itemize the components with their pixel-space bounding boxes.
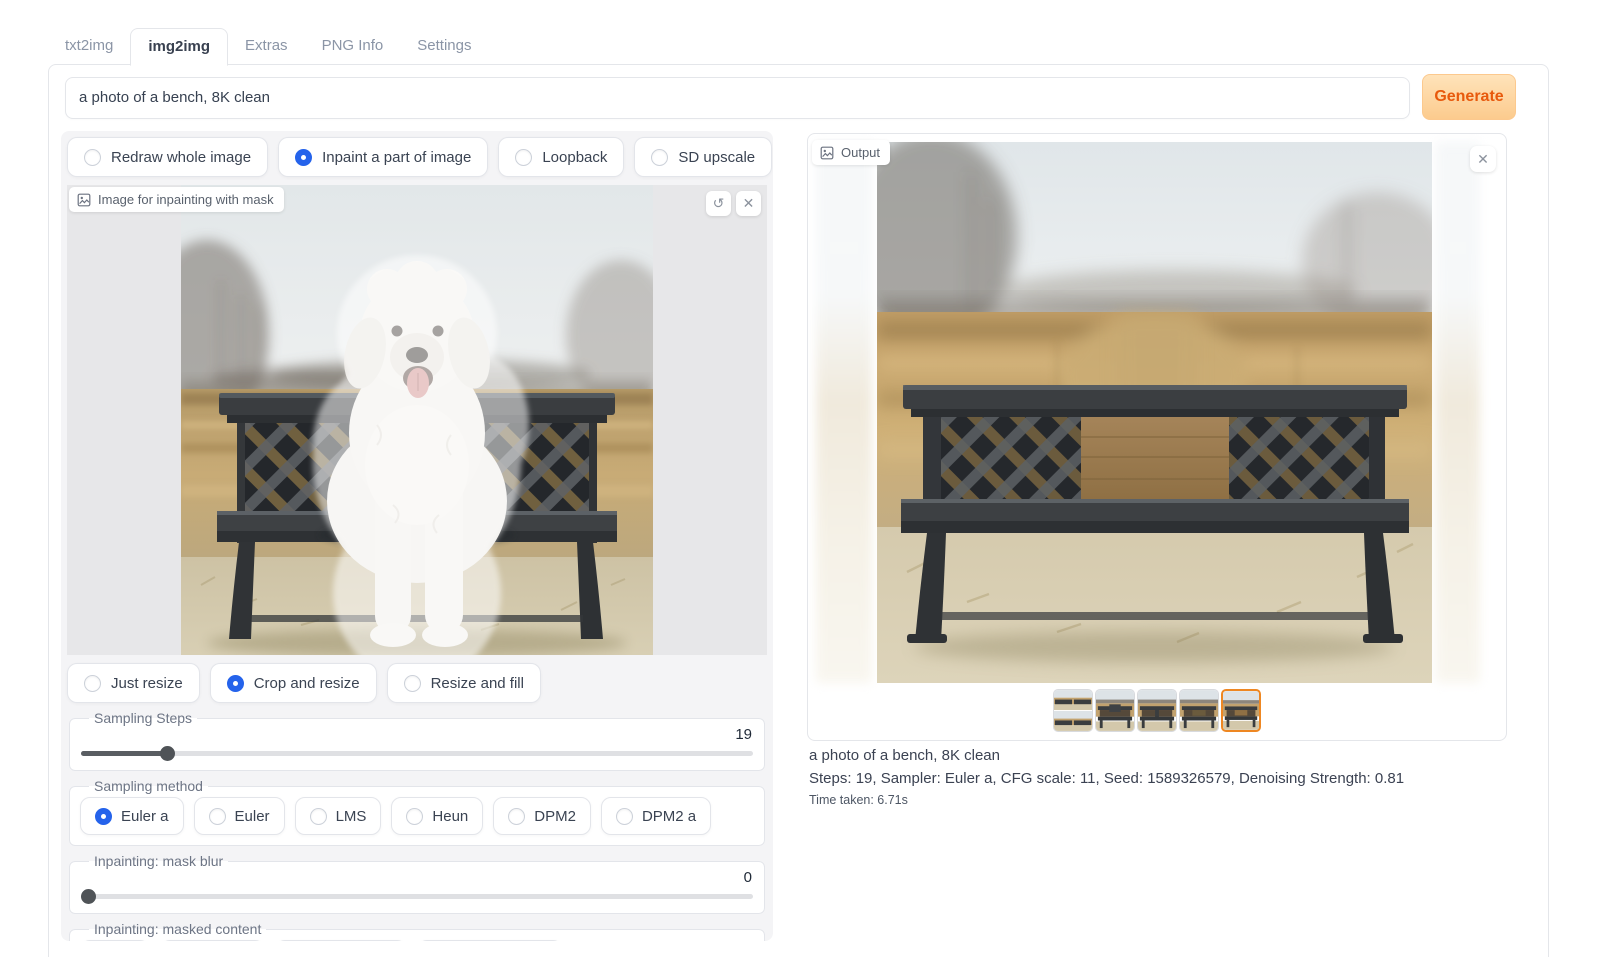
photo-edge-blur	[816, 142, 872, 683]
masked-content-label: Inpainting: masked content	[89, 921, 266, 937]
clear-image-icon[interactable]: ✕	[736, 191, 761, 216]
undo-icon[interactable]: ↺	[706, 191, 731, 216]
radio-icon	[209, 808, 226, 825]
gallery-thumbnail-2[interactable]	[1095, 689, 1135, 732]
sampler-label: Euler	[235, 808, 270, 825]
masked-content-selector: fill original latent noise latent nothin…	[80, 940, 754, 941]
resize-label: Crop and resize	[254, 675, 360, 692]
gallery-thumbnail-5-selected[interactable]	[1221, 689, 1261, 732]
tab-extras[interactable]: Extras	[228, 28, 305, 65]
sampler-label: Heun	[432, 808, 468, 825]
sampling-method-field: Sampling method Euler a Euler LMS	[69, 778, 765, 846]
radio-icon	[515, 149, 532, 166]
sampler-dpm2[interactable]: DPM2	[493, 797, 591, 835]
sampler-euler[interactable]: Euler	[194, 797, 285, 835]
radio-icon	[508, 808, 525, 825]
gallery-thumbnail-3[interactable]	[1137, 689, 1177, 732]
mask-blur-slider[interactable]	[81, 889, 753, 904]
image-icon	[820, 146, 834, 160]
resize-label: Resize and fill	[431, 675, 524, 692]
output-gallery	[808, 689, 1506, 732]
radio-icon	[404, 675, 421, 692]
output-caption: a photo of a bench, 8K clean	[809, 747, 1000, 764]
masked-content-field: Inpainting: masked content fill original…	[69, 921, 765, 941]
radio-icon	[616, 808, 633, 825]
sampler-label: DPM2 a	[642, 808, 696, 825]
radio-icon	[84, 149, 101, 166]
radio-icon	[84, 675, 101, 692]
sampler-euler-a[interactable]: Euler a	[80, 797, 184, 835]
resize-mode-selector: Just resize Crop and resize Resize and f…	[67, 663, 767, 703]
editor-buttons: ↺ ✕	[706, 191, 761, 216]
sampling-steps-label: Sampling Steps	[89, 710, 197, 726]
image-editor-label-text: Image for inpainting with mask	[98, 192, 274, 207]
mode-sd-upscale[interactable]: SD upscale	[634, 137, 772, 177]
mode-loopback[interactable]: Loopback	[498, 137, 624, 177]
masked-content-latent-noise[interactable]: latent noise	[275, 940, 408, 941]
sampling-steps-slider[interactable]	[81, 746, 753, 761]
gallery-thumbnail-4[interactable]	[1179, 689, 1219, 732]
output-image	[877, 142, 1432, 683]
sampler-label: Euler a	[121, 808, 169, 825]
radio-icon	[310, 808, 327, 825]
sampler-lms[interactable]: LMS	[295, 797, 382, 835]
slider-handle[interactable]	[160, 746, 175, 761]
radio-selected-icon	[227, 675, 244, 692]
inpaint-image-editor[interactable]: Image for inpainting with mask ↺ ✕	[67, 185, 767, 655]
gallery-thumbnail-1[interactable]	[1053, 689, 1093, 732]
generate-button[interactable]: Generate	[1422, 74, 1516, 120]
sampling-steps-field: Sampling Steps 19	[69, 710, 765, 771]
mode-redraw-whole-image[interactable]: Redraw whole image	[67, 137, 268, 177]
resize-resize-and-fill[interactable]: Resize and fill	[387, 663, 541, 703]
mode-label: SD upscale	[678, 149, 755, 166]
sampler-dpm2-a[interactable]: DPM2 a	[601, 797, 711, 835]
output-label: Output	[812, 140, 890, 165]
mode-selector: Redraw whole image Inpaint a part of ima…	[67, 137, 767, 177]
masked-content-latent-nothing[interactable]: latent nothing	[417, 940, 563, 941]
radio-icon	[651, 149, 668, 166]
stable-diffusion-webui: txt2img img2img Extras PNG Info Settings…	[0, 0, 1597, 957]
prompt-input[interactable]: a photo of a bench, 8K clean	[65, 77, 1410, 119]
image-icon	[77, 193, 91, 207]
output-label-text: Output	[841, 145, 880, 160]
sampling-method-label: Sampling method	[89, 778, 208, 794]
mask-blur-value: 0	[82, 869, 752, 886]
photo-edge-blur	[1436, 142, 1480, 683]
tab-img2img[interactable]: img2img	[130, 28, 228, 66]
dog-on-bench-photo	[181, 185, 653, 655]
sampler-label: DPM2	[534, 808, 576, 825]
resize-crop-and-resize[interactable]: Crop and resize	[210, 663, 377, 703]
generation-params: Steps: 19, Sampler: Euler a, CFG scale: …	[809, 770, 1404, 787]
sampler-label: LMS	[336, 808, 367, 825]
radio-selected-icon	[95, 808, 112, 825]
time-taken: Time taken: 6.71s	[809, 793, 908, 807]
radio-icon	[406, 808, 423, 825]
close-output-icon[interactable]: ✕	[1470, 146, 1496, 172]
tab-settings[interactable]: Settings	[400, 28, 488, 65]
tab-txt2img[interactable]: txt2img	[48, 28, 130, 65]
img2img-settings-column: Redraw whole image Inpaint a part of ima…	[61, 131, 773, 941]
mode-label: Redraw whole image	[111, 149, 251, 166]
inpaint-source-image[interactable]	[181, 185, 653, 655]
sampling-steps-value: 19	[82, 726, 752, 743]
tab-bar: txt2img img2img Extras PNG Info Settings	[48, 28, 488, 65]
mode-label: Loopback	[542, 149, 607, 166]
resize-label: Just resize	[111, 675, 183, 692]
image-editor-label: Image for inpainting with mask	[69, 187, 284, 212]
output-panel: Output ✕	[807, 133, 1507, 741]
radio-selected-icon	[295, 149, 312, 166]
masked-content-original[interactable]: original	[160, 940, 264, 941]
tab-png-info[interactable]: PNG Info	[305, 28, 401, 65]
mask-blur-label: Inpainting: mask blur	[89, 853, 228, 869]
mode-inpaint-part[interactable]: Inpaint a part of image	[278, 137, 488, 177]
resize-just-resize[interactable]: Just resize	[67, 663, 200, 703]
sampler-heun[interactable]: Heun	[391, 797, 483, 835]
slider-handle[interactable]	[81, 889, 96, 904]
bench-photo	[877, 142, 1432, 683]
sampling-method-selector: Euler a Euler LMS Heun	[80, 797, 754, 835]
img2img-panel: a photo of a bench, 8K clean Generate Re…	[48, 64, 1549, 957]
mode-label: Inpaint a part of image	[322, 149, 471, 166]
mask-blur-field: Inpainting: mask blur 0	[69, 853, 765, 914]
masked-content-fill[interactable]: fill	[80, 940, 150, 941]
